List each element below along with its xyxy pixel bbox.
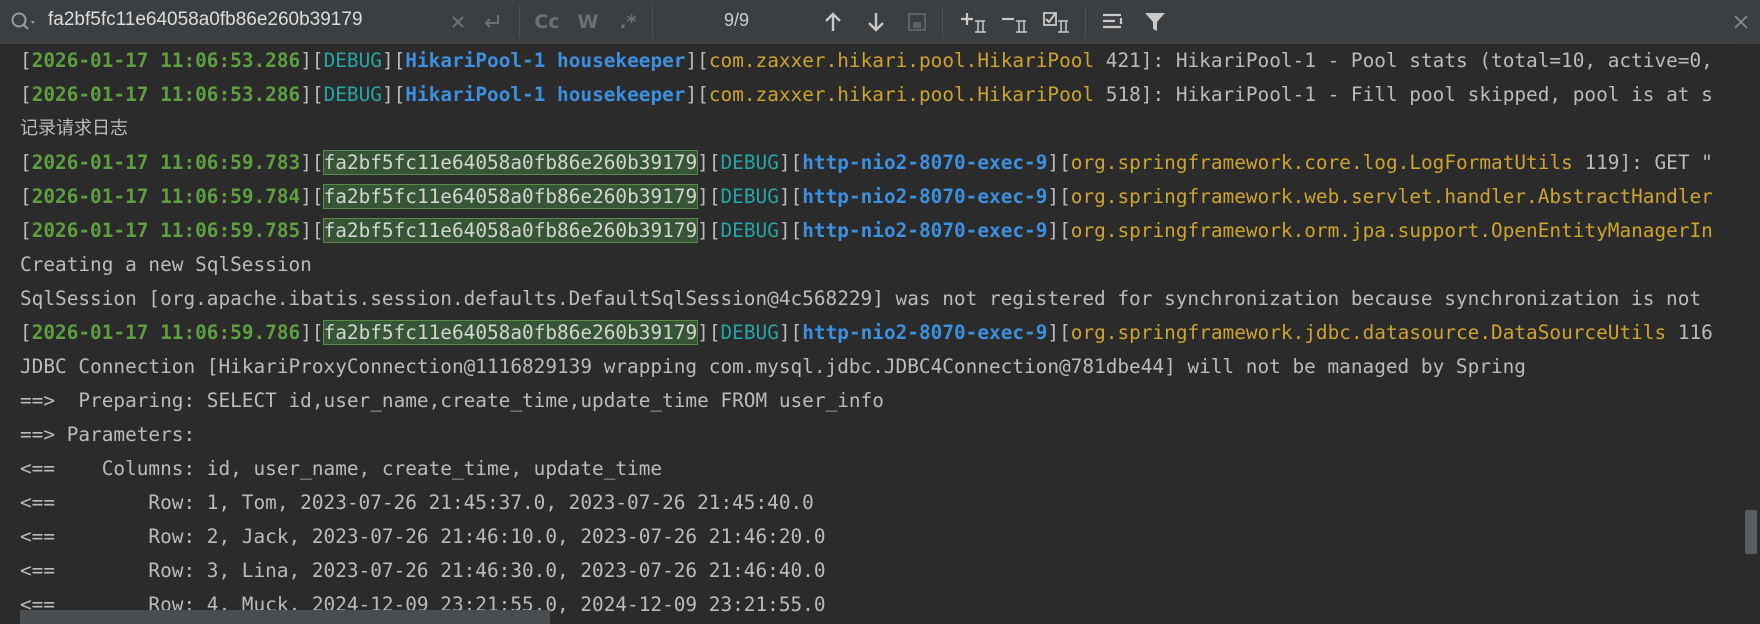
remove-selection-icon[interactable] <box>999 9 1031 35</box>
close-icon[interactable] <box>1730 9 1752 35</box>
replace-icon[interactable] <box>479 9 505 35</box>
log-class: com.zaxxer.hikari.pool.HikariPool <box>708 83 1095 106</box>
search-input[interactable]: fa2bf5fc11e64058a0fb86e260b39179 <box>48 9 363 31</box>
words-button[interactable]: W <box>575 9 601 35</box>
log-message: 421]: HikariPool-1 - Pool stats (total=1… <box>1094 49 1713 72</box>
separator <box>519 6 520 38</box>
search-history-icon[interactable] <box>10 10 40 34</box>
log-line: [2026-01-17 11:06:59.783][fa2bf5fc11e640… <box>20 150 1713 175</box>
log-thread: http-nio2-8070-exec-9 <box>802 219 1048 242</box>
separator <box>652 6 653 38</box>
log-level: DEBUG <box>720 321 779 344</box>
log-thread: HikariPool-1 housekeeper <box>405 83 686 106</box>
log-line: ==> Parameters: <box>20 423 207 446</box>
log-line: [2026-01-17 11:06:59.786][fa2bf5fc11e640… <box>20 320 1713 345</box>
log-line: <== Columns: id, user_name, create_time,… <box>20 457 663 480</box>
regex-button[interactable]: .* <box>616 9 640 35</box>
log-line: 记录请求日志 <box>20 118 128 139</box>
log-timestamp: 2026-01-17 11:06:59.783 <box>31 151 301 174</box>
log-level: DEBUG <box>720 219 779 242</box>
log-message: 116 <box>1666 321 1713 344</box>
log-line: [2026-01-17 11:06:59.785][fa2bf5fc11e640… <box>20 218 1713 243</box>
log-class: org.springframework.web.servlet.handler.… <box>1070 185 1713 208</box>
search-match-highlight: fa2bf5fc11e64058a0fb86e260b39179 <box>322 218 699 243</box>
log-line: SqlSession [org.apache.ibatis.session.de… <box>20 287 1702 310</box>
filter-search-results-icon[interactable] <box>904 9 930 35</box>
log-timestamp: 2026-01-17 11:06:53.286 <box>31 49 301 72</box>
log-thread: http-nio2-8070-exec-9 <box>802 321 1048 344</box>
log-line: ==> Preparing: SELECT id,user_name,creat… <box>20 389 884 412</box>
log-class: com.zaxxer.hikari.pool.HikariPool <box>708 49 1095 72</box>
separator <box>1085 6 1086 38</box>
search-match-highlight: fa2bf5fc11e64058a0fb86e260b39179 <box>322 150 699 175</box>
log-line: <== Row: 1, Tom, 2023-07-26 21:45:37.0, … <box>20 491 814 514</box>
filter-icon[interactable] <box>1141 9 1169 35</box>
vertical-scrollbar[interactable] <box>1742 44 1760 624</box>
log-class: org.springframework.orm.jpa.support.Open… <box>1070 219 1713 242</box>
log-message: 119]: GET " <box>1572 151 1713 174</box>
next-occurrence-icon[interactable] <box>863 9 889 35</box>
log-line: [2026-01-17 11:06:59.784][fa2bf5fc11e640… <box>20 184 1713 209</box>
log-timestamp: 2026-01-17 11:06:53.286 <box>31 83 301 106</box>
log-thread: http-nio2-8070-exec-9 <box>802 151 1048 174</box>
log-thread: http-nio2-8070-exec-9 <box>802 185 1048 208</box>
search-toolbar: fa2bf5fc11e64058a0fb86e260b39179 Cc W .*… <box>0 0 1760 45</box>
console-output[interactable]: [2026-01-17 11:06:53.286][DEBUG][HikariP… <box>0 44 1742 624</box>
log-line: JDBC Connection [HikariProxyConnection@1… <box>20 355 1526 378</box>
log-line: Creating a new SqlSession <box>20 253 312 276</box>
log-line: [2026-01-17 11:06:53.286][DEBUG][HikariP… <box>20 83 1713 106</box>
log-level: DEBUG <box>720 151 779 174</box>
search-match-highlight: fa2bf5fc11e64058a0fb86e260b39179 <box>322 184 699 209</box>
log-line: <== Row: 3, Lina, 2023-07-26 21:46:30.0,… <box>20 559 826 582</box>
log-class: org.springframework.jdbc.datasource.Data… <box>1070 321 1667 344</box>
previous-occurrence-icon[interactable] <box>820 9 846 35</box>
log-message: 518]: HikariPool-1 - Fill pool skipped, … <box>1094 83 1713 106</box>
add-selection-icon[interactable] <box>958 9 990 35</box>
log-timestamp: 2026-01-17 11:06:59.786 <box>31 321 301 344</box>
log-level: DEBUG <box>720 185 779 208</box>
log-thread: HikariPool-1 housekeeper <box>405 49 686 72</box>
separator <box>942 6 943 38</box>
log-line: <== Row: 2, Jack, 2023-07-26 21:46:10.0,… <box>20 525 826 548</box>
vertical-scrollbar-thumb[interactable] <box>1745 510 1757 554</box>
match-case-button[interactable]: Cc <box>532 9 562 35</box>
log-class: org.springframework.core.log.LogFormatUt… <box>1070 151 1573 174</box>
log-line: [2026-01-17 11:06:53.286][DEBUG][HikariP… <box>20 49 1713 72</box>
log-level: DEBUG <box>323 49 382 72</box>
log-level: DEBUG <box>323 83 382 106</box>
select-all-occurrences-icon[interactable] <box>1041 9 1073 35</box>
search-match-highlight: fa2bf5fc11e64058a0fb86e260b39179 <box>322 320 699 345</box>
log-timestamp: 2026-01-17 11:06:59.785 <box>31 219 301 242</box>
match-counter: 9/9 <box>724 10 750 30</box>
wrap-icon[interactable] <box>1099 9 1127 35</box>
clear-icon[interactable] <box>448 9 468 35</box>
horizontal-scrollbar-thumb[interactable] <box>20 610 550 624</box>
log-timestamp: 2026-01-17 11:06:59.784 <box>31 185 301 208</box>
